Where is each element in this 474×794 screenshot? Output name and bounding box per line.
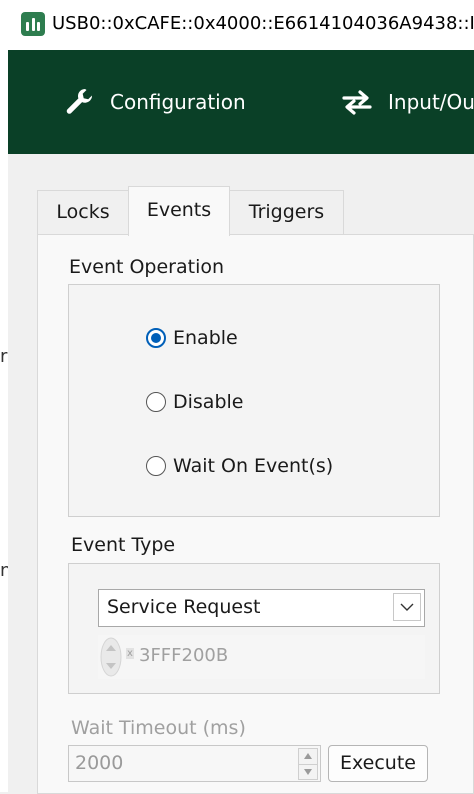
wait-timeout-input[interactable]: 2000 <box>68 745 321 782</box>
swap-arrows-icon <box>342 90 372 115</box>
chevron-down-icon[interactable] <box>393 593 421 621</box>
wait-timeout-value: 2000 <box>75 752 124 774</box>
instrument-panel-window: USB0::0xCAFE::0x4000::E6614104036A9438::… <box>8 0 474 794</box>
mask-prefix: x <box>126 648 134 659</box>
event-operation-label: Event Operation <box>69 256 225 278</box>
title-bar[interactable]: USB0::0xCAFE::0x4000::E6614104036A9438::… <box>8 0 474 50</box>
radio-button[interactable] <box>146 456 166 476</box>
app-logo-icon <box>21 12 45 36</box>
tab-locks[interactable]: Locks <box>37 190 129 235</box>
event-type-label: Event Type <box>71 534 176 556</box>
event-type-selected: Service Request <box>107 596 261 618</box>
spin-down-icon[interactable] <box>298 764 318 780</box>
background-text-fragment: n <box>0 560 8 581</box>
main-toolbar: Configuration Input/Ou <box>8 50 474 154</box>
radio-disable[interactable]: Disable <box>146 391 243 413</box>
wrench-icon <box>66 88 93 114</box>
radio-button-checked[interactable] <box>146 328 166 348</box>
radio-wait-on-events[interactable]: Wait On Event(s) <box>146 455 333 477</box>
radio-button[interactable] <box>146 392 166 412</box>
event-type-group: Service Request x 3FFF200B <box>68 563 440 694</box>
wait-timeout-spinner[interactable] <box>298 748 318 780</box>
radio-disable-label: Disable <box>173 391 244 413</box>
input-output-label: Input/Ou <box>388 90 474 114</box>
radio-wait-on-events-label: Wait On Event(s) <box>173 455 334 477</box>
tab-events[interactable]: Events <box>128 186 230 236</box>
radio-enable[interactable]: Enable <box>146 327 238 349</box>
content-area: Locks Triggers Events Event Operation En… <box>8 154 474 794</box>
execute-button[interactable]: Execute <box>328 745 428 782</box>
event-operation-group: Enable Disable Wait On Event(s) <box>68 284 440 517</box>
spin-up-icon[interactable] <box>298 748 318 765</box>
mask-value: 3FFF200B <box>139 645 229 666</box>
wait-timeout-label: Wait Timeout (ms) <box>71 717 246 739</box>
mask-spinner-icon[interactable] <box>99 636 123 678</box>
configuration-label: Configuration <box>110 90 246 114</box>
configuration-button[interactable]: Configuration <box>64 50 246 154</box>
window-title: USB0::0xCAFE::0x4000::E6614104036A9438::… <box>52 13 474 34</box>
background-text-fragment: r <box>0 346 8 367</box>
event-mask-field[interactable]: x 3FFF200B <box>98 635 425 679</box>
event-type-dropdown[interactable]: Service Request <box>98 589 425 627</box>
tab-triggers[interactable]: Triggers <box>229 190 344 235</box>
radio-enable-label: Enable <box>173 327 238 349</box>
input-output-button[interactable]: Input/Ou <box>340 50 474 154</box>
